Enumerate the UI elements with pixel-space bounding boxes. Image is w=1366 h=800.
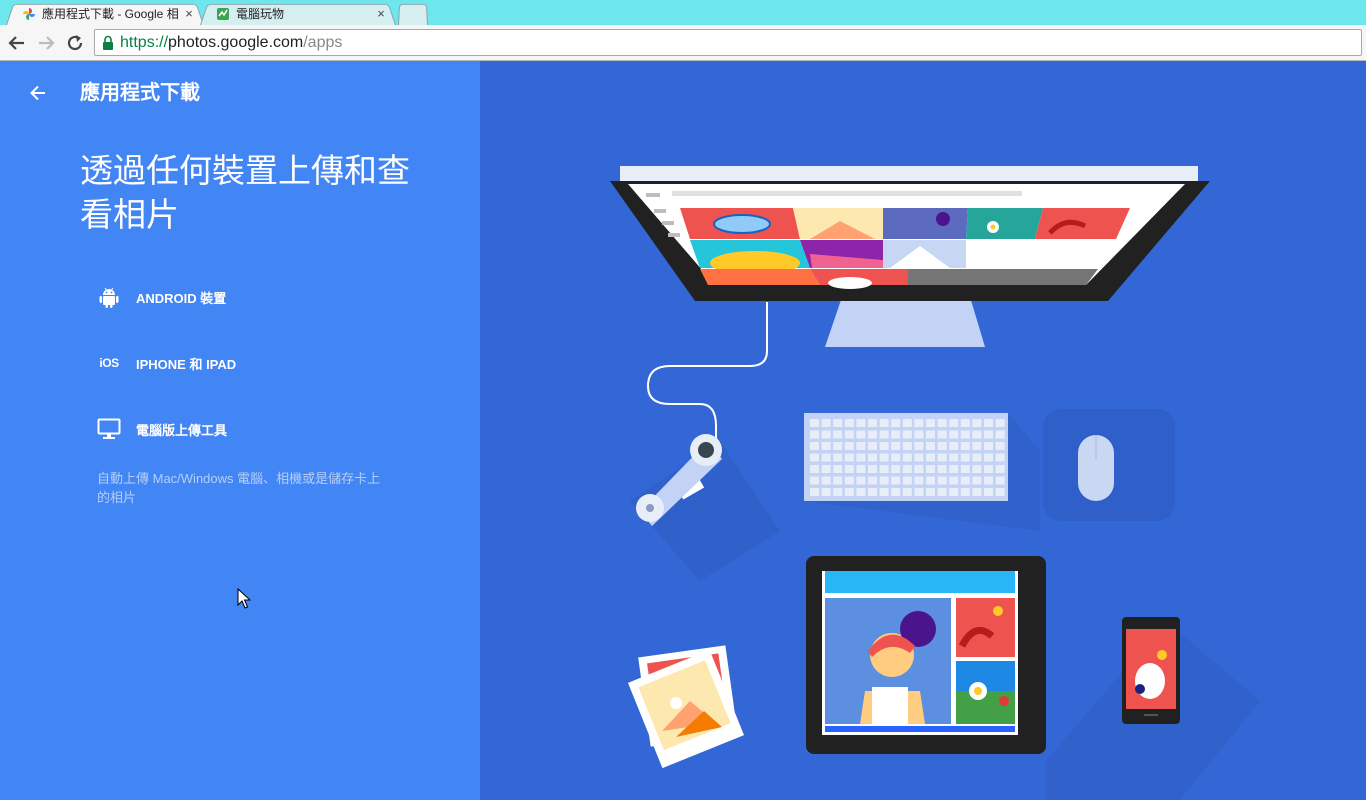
tab-computer-toys[interactable]: 電腦玩物 × <box>200 2 396 26</box>
close-icon[interactable]: × <box>182 6 196 21</box>
ios-link[interactable]: iOS IPHONE 和 IPAD <box>96 351 236 375</box>
lock-icon <box>103 35 113 50</box>
reload-button[interactable] <box>64 32 86 54</box>
back-button[interactable] <box>6 32 28 54</box>
android-icon <box>96 285 122 309</box>
url-path: /apps <box>303 33 343 51</box>
desktop-label: 電腦版上傳工具 <box>136 422 228 438</box>
address-bar[interactable]: https://photos.google.com/apps <box>94 29 1362 56</box>
desktop-icon <box>96 417 122 441</box>
tablet-illustration <box>806 556 1260 800</box>
left-panel: 應用程式下載 透過任何裝置上傳和查看相片 ANDROID 裝置 iOS IPHO… <box>0 61 480 800</box>
hero-title: 透過任何裝置上傳和查看相片 <box>80 152 410 233</box>
site-icon <box>217 7 229 20</box>
close-icon[interactable]: × <box>374 6 388 21</box>
android-label: ANDROID 裝置 <box>136 290 227 306</box>
phone-illustration <box>1122 617 1180 724</box>
ios-icon: iOS <box>99 356 119 370</box>
illustration-panel <box>480 61 1366 800</box>
desktop-uploader-description: 自動上傳 Mac/Windows 電腦、相機或是儲存卡上的相片 <box>97 471 381 505</box>
devices-illustration <box>610 166 1260 800</box>
arrow-left-icon <box>8 36 24 50</box>
tab-strip: 應用程式下載 - Google 相 × 電腦玩物 × <box>0 0 1366 26</box>
arrow-right-icon <box>39 36 55 50</box>
card-reader-illustration <box>630 434 780 581</box>
keyboard-illustration <box>804 413 1040 531</box>
reload-icon <box>67 35 83 51</box>
ios-label: IPHONE 和 IPAD <box>136 356 237 372</box>
url-scheme: https:// <box>120 33 169 51</box>
tab-title: 電腦玩物 <box>236 7 285 21</box>
desktop-uploader-link[interactable]: 電腦版上傳工具 <box>96 417 227 441</box>
forward-button[interactable] <box>35 32 57 54</box>
android-link[interactable]: ANDROID 裝置 <box>96 285 226 309</box>
back-arrow-button[interactable] <box>26 81 50 105</box>
browser-toolbar: https://photos.google.com/apps <box>0 25 1366 61</box>
new-tab-button[interactable] <box>398 2 428 26</box>
mouse-cursor-icon <box>237 588 251 609</box>
google-photos-icon <box>23 7 35 20</box>
url-host: photos.google.com <box>168 33 304 51</box>
tab-title: 應用程式下載 - Google 相 <box>42 7 179 21</box>
tab-google-photos[interactable]: 應用程式下載 - Google 相 × <box>6 2 204 26</box>
monitor-illustration <box>610 166 1210 347</box>
page-header-title: 應用程式下載 <box>80 82 200 104</box>
mouse-illustration <box>1043 409 1175 521</box>
photos-illustration <box>627 645 745 769</box>
arrow-left-icon <box>30 85 45 101</box>
